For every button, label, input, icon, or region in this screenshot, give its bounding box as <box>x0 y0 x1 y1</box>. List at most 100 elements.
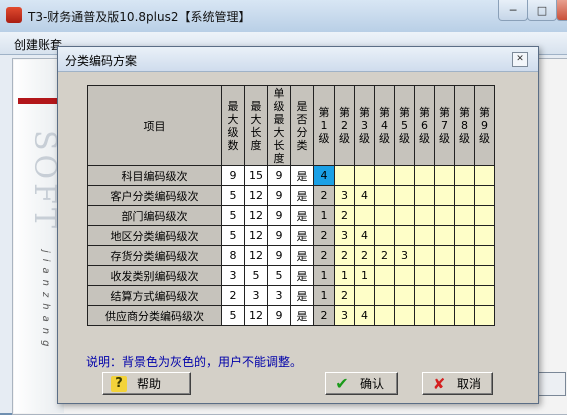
level-9-cell[interactable] <box>474 265 495 286</box>
level-4-cell[interactable] <box>374 285 395 306</box>
confirm-button[interactable]: ✔ 确认 <box>325 372 398 395</box>
level-8-cell[interactable] <box>454 285 475 306</box>
level-2-cell[interactable]: 1 <box>334 265 355 286</box>
level-2-cell[interactable] <box>334 165 355 186</box>
level-3-cell[interactable] <box>354 285 375 306</box>
level-5-cell[interactable] <box>394 265 415 286</box>
level-7-cell[interactable] <box>434 225 455 246</box>
level-9-cell[interactable] <box>474 285 495 306</box>
level-2-cell[interactable]: 3 <box>334 305 355 326</box>
level-5-cell[interactable] <box>394 305 415 326</box>
level-9-cell[interactable] <box>474 305 495 326</box>
level-9-cell[interactable] <box>474 165 495 186</box>
level-2-cell[interactable]: 2 <box>334 245 355 266</box>
level-3-cell[interactable]: 4 <box>354 225 375 246</box>
level-2-cell[interactable]: 3 <box>334 185 355 206</box>
level-7-cell[interactable] <box>434 185 455 206</box>
level-6-cell[interactable] <box>414 225 435 246</box>
level-7-cell[interactable] <box>434 305 455 326</box>
max-levels-cell: 3 <box>221 265 245 286</box>
level-3-cell[interactable]: 2 <box>354 245 375 266</box>
single-max-length-cell: 9 <box>267 225 291 246</box>
cancel-button-label: 取消 <box>457 377 482 391</box>
level-7-cell[interactable] <box>434 285 455 306</box>
is-classified-cell: 是 <box>290 265 314 286</box>
level-2-cell[interactable]: 3 <box>334 225 355 246</box>
level-4-cell[interactable]: 2 <box>374 245 395 266</box>
level-9-cell[interactable] <box>474 245 495 266</box>
level-4-cell[interactable] <box>374 205 395 226</box>
table-row: 部门编码级次 5 12 9 是 1 2 <box>87 205 495 226</box>
level-5-cell[interactable] <box>394 285 415 306</box>
level-6-cell[interactable] <box>414 285 435 306</box>
level-4-cell[interactable] <box>374 165 395 186</box>
header-max-levels: 最大级数 <box>221 85 245 166</box>
level-5-cell[interactable] <box>394 225 415 246</box>
level-7-cell[interactable] <box>434 165 455 186</box>
single-max-length-cell: 9 <box>267 165 291 186</box>
level-1-cell[interactable]: 1 <box>313 205 335 226</box>
level-4-cell[interactable] <box>374 185 395 206</box>
level-8-cell[interactable] <box>454 225 475 246</box>
level-5-cell[interactable] <box>394 205 415 226</box>
level-6-cell[interactable] <box>414 185 435 206</box>
is-classified-cell: 是 <box>290 285 314 306</box>
help-button[interactable]: ? 帮助 <box>102 372 191 395</box>
level-5-cell[interactable] <box>394 185 415 206</box>
level-9-cell[interactable] <box>474 225 495 246</box>
max-levels-cell: 5 <box>221 305 245 326</box>
table-row: 存货分类编码级次 8 12 9 是 2 2 2 2 3 <box>87 245 495 266</box>
level-5-cell[interactable]: 3 <box>394 245 415 266</box>
level-8-cell[interactable] <box>454 205 475 226</box>
cancel-button[interactable]: ✘ 取消 <box>422 372 493 395</box>
header-max-length: 最大长度 <box>244 85 268 166</box>
row-item-name: 收发类别编码级次 <box>87 265 222 286</box>
level-3-cell[interactable]: 4 <box>354 305 375 326</box>
level-6-cell[interactable] <box>414 205 435 226</box>
dialog-title-bar: 分类编码方案 ✕ <box>58 47 538 72</box>
dialog-close-button[interactable]: ✕ <box>512 52 528 67</box>
level-1-cell[interactable]: 2 <box>313 185 335 206</box>
maximize-button[interactable]: □ <box>527 0 557 21</box>
level-9-cell[interactable] <box>474 205 495 226</box>
level-8-cell[interactable] <box>454 245 475 266</box>
level-1-cell[interactable]: 4 <box>313 165 335 186</box>
level-5-cell[interactable] <box>394 165 415 186</box>
level-3-cell[interactable] <box>354 165 375 186</box>
level-7-cell[interactable] <box>434 265 455 286</box>
level-7-cell[interactable] <box>434 205 455 226</box>
level-3-cell[interactable]: 4 <box>354 185 375 206</box>
level-6-cell[interactable] <box>414 305 435 326</box>
level-6-cell[interactable] <box>414 165 435 186</box>
max-length-cell: 12 <box>244 245 268 266</box>
max-levels-cell: 5 <box>221 225 245 246</box>
level-8-cell[interactable] <box>454 165 475 186</box>
level-1-cell[interactable]: 1 <box>313 265 335 286</box>
app-logo-icon <box>6 7 22 23</box>
confirm-button-label: 确认 <box>360 377 385 391</box>
level-2-cell[interactable]: 2 <box>334 285 355 306</box>
level-6-cell[interactable] <box>414 245 435 266</box>
close-window-button[interactable]: ✕ <box>556 0 567 21</box>
level-1-cell[interactable]: 2 <box>313 305 335 326</box>
level-2-cell[interactable]: 2 <box>334 205 355 226</box>
level-6-cell[interactable] <box>414 265 435 286</box>
max-length-cell: 15 <box>244 165 268 186</box>
level-8-cell[interactable] <box>454 305 475 326</box>
level-4-cell[interactable] <box>374 225 395 246</box>
level-4-cell[interactable] <box>374 305 395 326</box>
level-9-cell[interactable] <box>474 185 495 206</box>
minimize-button[interactable]: ─ <box>498 0 528 21</box>
question-mark-icon: ? <box>111 375 127 392</box>
level-8-cell[interactable] <box>454 265 475 286</box>
level-7-cell[interactable] <box>434 245 455 266</box>
level-4-cell[interactable] <box>374 265 395 286</box>
level-1-cell[interactable]: 1 <box>313 285 335 306</box>
level-3-cell[interactable] <box>354 205 375 226</box>
level-3-cell[interactable]: 1 <box>354 265 375 286</box>
is-classified-cell: 是 <box>290 165 314 186</box>
level-1-cell[interactable]: 2 <box>313 225 335 246</box>
max-levels-cell: 8 <box>221 245 245 266</box>
level-8-cell[interactable] <box>454 185 475 206</box>
level-1-cell[interactable]: 2 <box>313 245 335 266</box>
